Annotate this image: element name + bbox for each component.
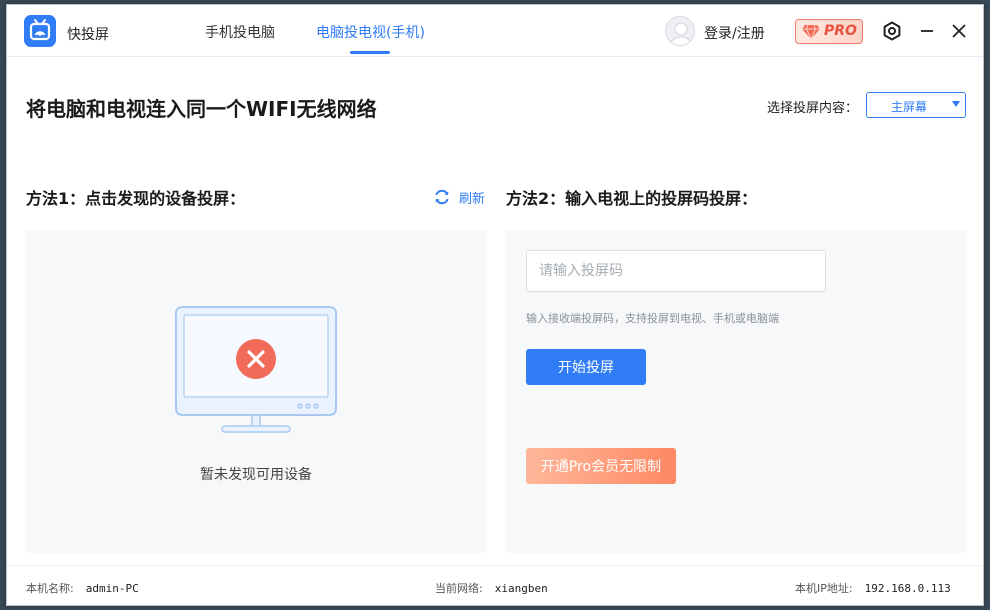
cast-content-select[interactable]: 主屏幕 [866,92,966,118]
cast-content-value: 主屏幕 [891,100,928,114]
pro-membership-button[interactable]: 开通Pro会员无限制 [526,448,676,484]
app-window: 快投屏 手机投电脑 电脑投电视(手机) 登录/注册 PRO 将电脑和电视连入同一… [6,4,984,606]
app-name: 快投屏 [67,27,109,43]
close-button[interactable] [947,19,971,43]
status-footer: 本机名称: admin-PC 当前网络: xiangben 本机IP地址: 192.1… [7,565,983,605]
avatar[interactable] [665,16,695,46]
host-value: admin-PC [85,582,139,595]
ip-value: 192.168.0.113 [864,582,951,595]
host-name-info: 本机名称: admin-PC [26,580,139,596]
page-headline: 将电脑和电视连入同一个WIFI无线网络 [26,97,377,121]
network-value: xiangben [494,582,548,595]
no-device-text: 暂未发现可用设备 [200,467,312,483]
pro-badge-button[interactable]: PRO [795,19,863,44]
settings-button[interactable] [880,19,904,43]
active-tab-indicator [350,51,390,54]
network-info: 当前网络: xiangben [435,580,548,596]
refresh-label: 刷新 [459,192,486,207]
host-label: 本机名称: [26,582,74,595]
cast-content-label: 选择投屏内容： [767,101,859,116]
chevron-down-icon [952,101,960,107]
monitor-error-icon [175,306,337,433]
device-list-panel: 暂未发现可用设备 [26,230,486,553]
close-icon [952,24,966,38]
tab-pc-to-tv[interactable]: 电脑投电视(手机) [316,22,425,42]
cast-code-panel: 输入接收端投屏码，支持投屏到电视、手机或电脑端 开始投屏 开通Pro会员无限制 [506,230,966,553]
cast-code-input[interactable] [526,250,826,292]
ip-label: 本机IP地址: [795,582,853,595]
network-label: 当前网络: [435,582,483,595]
minimize-button[interactable] [915,19,939,43]
login-register-link[interactable]: 登录/注册 [704,23,765,43]
method1-title: 方法1：点击发现的设备投屏： [26,189,246,208]
app-logo-icon [24,15,56,47]
minimize-icon [921,30,933,32]
method2-title: 方法2：输入电视上的投屏码投屏： [506,189,758,208]
ip-info: 本机IP地址: 192.168.0.113 [795,580,951,596]
pro-label: PRO [824,23,857,39]
cast-code-hint: 输入接收端投屏码，支持投屏到电视、手机或电脑端 [526,312,779,325]
title-bar[interactable]: 快投屏 手机投电脑 电脑投电视(手机) 登录/注册 PRO [7,5,983,57]
tab-phone-to-pc[interactable]: 手机投电脑 [205,22,275,42]
user-avatar-icon [669,22,693,45]
settings-icon [883,21,901,41]
refresh-icon [435,189,449,205]
start-cast-button[interactable]: 开始投屏 [526,349,646,385]
diamond-icon [802,24,820,40]
